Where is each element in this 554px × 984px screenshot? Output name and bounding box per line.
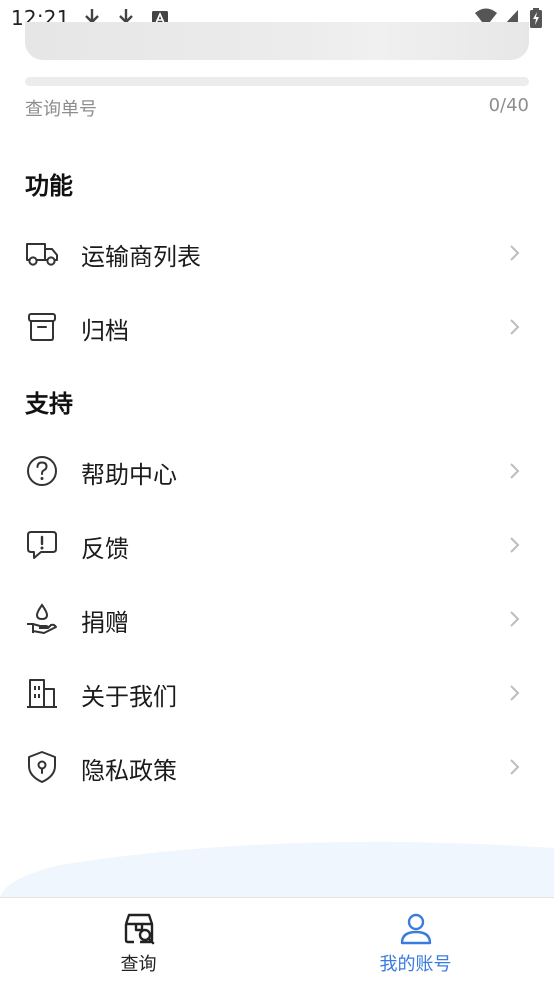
- search-card[interactable]: [25, 22, 529, 60]
- bottom-nav: 查询 我的账号: [0, 897, 554, 984]
- chevron-right-icon: [510, 759, 520, 775]
- battery-charging-icon: [530, 8, 542, 28]
- menu-item-help-center[interactable]: 帮助中心: [0, 441, 554, 501]
- section-title-support: 支持: [25, 390, 73, 418]
- menu-item-label: 运输商列表: [81, 243, 201, 271]
- menu-item-carrier-list[interactable]: 运输商列表: [0, 223, 554, 283]
- user-icon: [400, 913, 431, 945]
- section-title-features: 功能: [25, 172, 73, 200]
- menu-item-privacy-policy[interactable]: 隐私政策: [0, 737, 554, 797]
- chevron-right-icon: [510, 245, 520, 261]
- shield-icon: [28, 751, 56, 783]
- help-circle-icon: [27, 456, 57, 486]
- menu-item-label: 捐赠: [81, 609, 129, 637]
- menu-item-label: 反馈: [81, 535, 129, 563]
- menu-item-feedback[interactable]: 反馈: [0, 515, 554, 575]
- tab-my-account-label: 我的账号: [379, 954, 452, 975]
- chevron-right-icon: [510, 611, 520, 627]
- menu-item-label: 隐私政策: [81, 757, 177, 785]
- building-icon: [27, 679, 57, 708]
- feedback-icon: [27, 531, 57, 559]
- character-counter: 0/40: [488, 95, 529, 116]
- menu-item-archive[interactable]: 归档: [0, 297, 554, 357]
- menu-item-label: 关于我们: [81, 683, 177, 711]
- donate-icon: [27, 603, 57, 634]
- archive-icon: [28, 313, 56, 341]
- menu-item-label: 归档: [81, 317, 129, 345]
- menu-item-donate[interactable]: 捐赠: [0, 589, 554, 649]
- tracking-input-bar[interactable]: [25, 77, 529, 86]
- package-search-icon: [124, 913, 154, 945]
- chevron-right-icon: [510, 537, 520, 553]
- truck-icon: [26, 243, 58, 266]
- chevron-right-icon: [510, 463, 520, 479]
- tab-query-label: 查询: [120, 954, 157, 975]
- background-wave: [0, 841, 554, 900]
- tab-my-account[interactable]: 我的账号: [277, 898, 554, 984]
- tracking-number-hint: 查询单号: [25, 99, 97, 120]
- menu-item-label: 帮助中心: [81, 461, 177, 489]
- chevron-right-icon: [510, 319, 520, 335]
- chevron-right-icon: [510, 685, 520, 701]
- menu-item-about-us[interactable]: 关于我们: [0, 663, 554, 723]
- tab-query[interactable]: 查询: [0, 898, 277, 984]
